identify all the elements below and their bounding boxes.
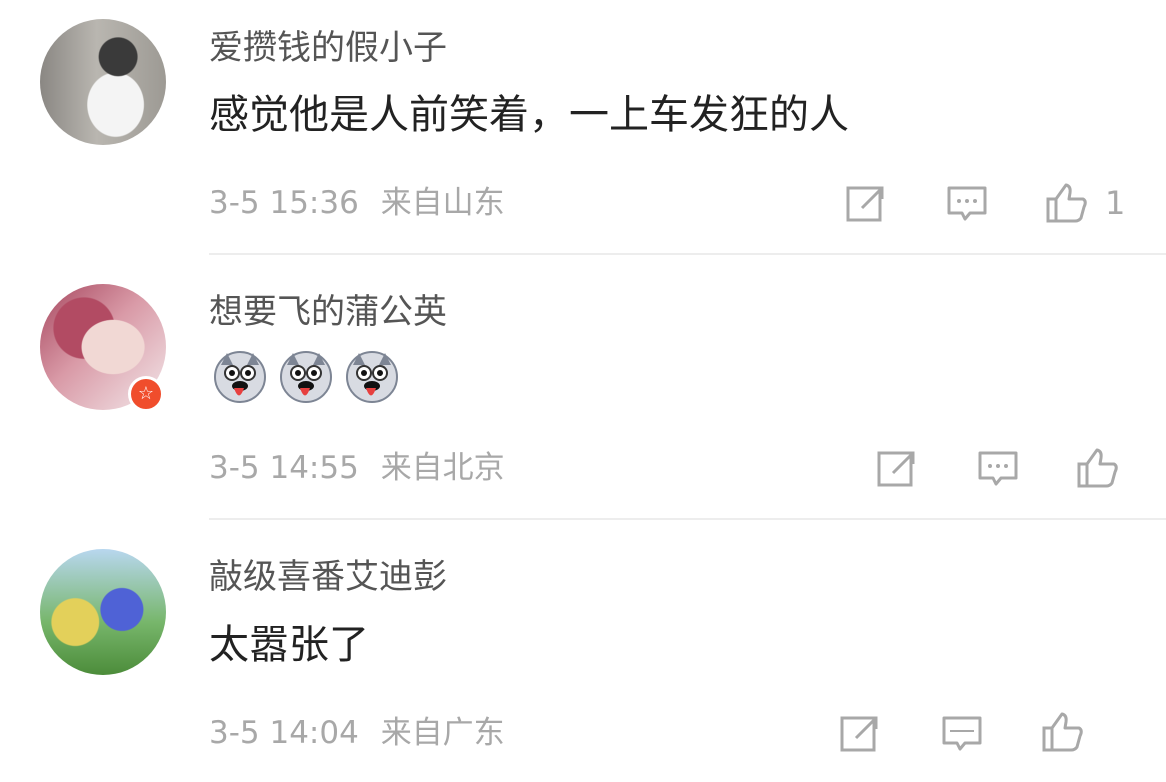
location: 来自广东 (380, 715, 505, 751)
thumbs-up-icon[interactable] (1041, 710, 1085, 754)
share-icon[interactable] (838, 712, 882, 756)
timestamp: 3-5 14:04 (209, 715, 359, 751)
avatar[interactable] (40, 549, 166, 675)
comment-text: 太嚣张了 (209, 622, 369, 668)
comment-meta: 3-5 14:04 来自广东 (209, 715, 505, 751)
username[interactable]: 敲级喜番艾迪彭 (209, 557, 447, 597)
comment-icon[interactable] (940, 712, 984, 756)
comment-item: 敲级喜番艾迪彭 太嚣张了 3-5 14:04 来自广东 (0, 0, 1166, 782)
